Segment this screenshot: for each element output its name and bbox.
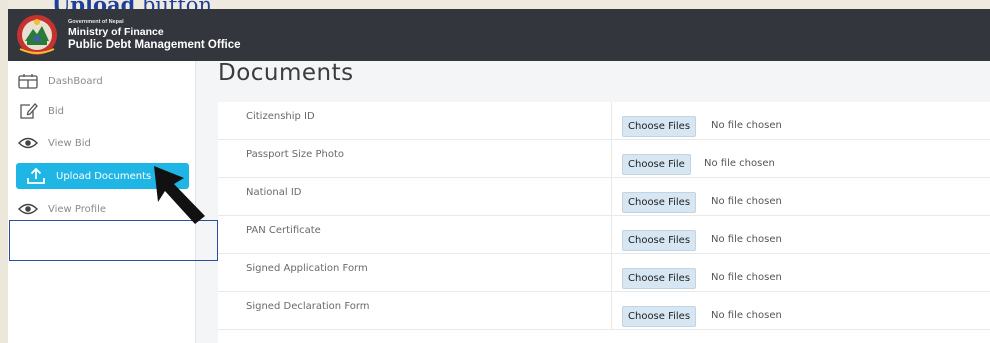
column-divider [611,102,612,139]
choose-files-button[interactable]: Choose Files [622,268,697,289]
table-row: Signed Application Form Choose Files No … [218,254,990,292]
nepal-emblem-icon [17,15,57,55]
page-title: Documents [218,60,354,86]
table-row: Signed Declaration Form Choose Files No … [218,292,990,330]
page: Upload button. Government of Nepal Minis… [0,0,990,343]
eye-icon [18,200,40,218]
office-label: Public Debt Management Office [68,39,241,51]
file-status: No file chosen [711,310,782,321]
sidebar-item-label: View Bid [48,137,91,149]
row-label: Citizenship ID [246,111,315,122]
eye-icon [18,134,40,152]
government-label: Government of Nepal [68,19,124,25]
sidebar-item-label: Upload Documents [56,170,152,182]
row-label: Signed Declaration Form [246,301,370,312]
annotation-box [9,220,218,261]
row-label: Signed Application Form [246,263,368,274]
file-status: No file chosen [711,196,782,207]
column-divider [611,140,612,177]
sidebar-item-view-bid[interactable]: View Bid [18,130,91,156]
sidebar-item-label: View Profile [48,203,107,215]
sidebar-item-bid[interactable]: Bid [18,98,64,124]
documents-table: Citizenship ID Choose Files No file chos… [218,102,990,343]
choose-files-button[interactable]: Choose Files [622,230,697,251]
file-status: No file chosen [711,272,782,283]
upload-icon [26,167,48,185]
ministry-label: Ministry of Finance [68,26,164,38]
choose-files-button[interactable]: Choose Files [622,116,697,137]
sidebar-item-label: DashBoard [48,75,103,87]
dashboard-icon [18,72,40,90]
choose-file-button[interactable]: Choose File [622,154,691,175]
sidebar-item-label: Bid [48,105,64,117]
column-divider [611,254,612,291]
arrow-pointer-icon [154,166,205,224]
row-label: Passport Size Photo [246,149,345,160]
file-status: No file chosen [704,158,775,169]
sidebar-item-dashboard[interactable]: DashBoard [18,68,103,94]
table-row: PAN Certificate Choose Files No file cho… [218,216,990,254]
sidebar-item-view-profile[interactable]: View Profile [18,196,106,222]
file-status: No file chosen [711,120,782,131]
choose-files-button[interactable]: Choose Files [622,306,697,327]
edit-icon [18,102,40,120]
row-label: National ID [246,187,302,198]
column-divider [611,292,612,329]
row-label: PAN Certificate [246,225,321,236]
app-header: Government of Nepal Ministry of Finance … [8,9,990,61]
file-status: No file chosen [711,234,782,245]
column-divider [611,178,612,215]
frame-left [0,0,8,343]
table-row: Passport Size Photo Choose File No file … [218,140,990,178]
choose-files-button[interactable]: Choose Files [622,192,697,213]
table-row: Citizenship ID Choose Files No file chos… [218,102,990,140]
table-row: National ID Choose Files No file chosen [218,178,990,216]
column-divider [611,216,612,253]
